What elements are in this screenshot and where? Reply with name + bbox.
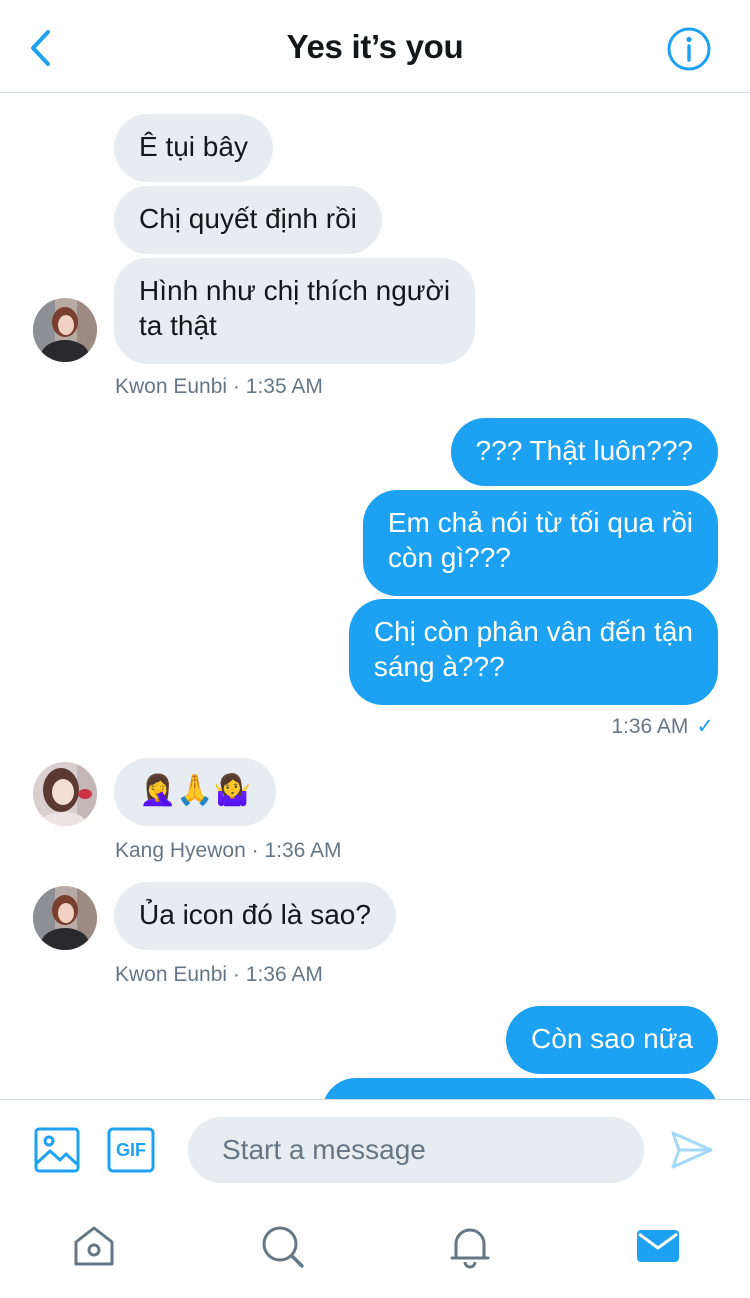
- info-button[interactable]: [666, 26, 712, 72]
- notifications-bell-icon: [450, 1228, 490, 1269]
- message-meta: Kwon Eunbi · 1:36 AM: [115, 963, 323, 987]
- message-text-line: sáng à???: [373, 651, 505, 682]
- message-bubble-incoming[interactable]: Ê tụi bây: [114, 114, 273, 182]
- image-icon: [34, 1127, 80, 1173]
- tab-home[interactable]: [70, 1222, 118, 1270]
- message-text-line: còn gì???: [387, 542, 511, 573]
- message-bubble-outgoing[interactable]: Còn sao nữa: [506, 1006, 718, 1074]
- timestamp: 1:35 AM: [245, 375, 323, 398]
- send-icon: [671, 1131, 713, 1169]
- message-text: Ê tụi bây: [139, 131, 248, 162]
- avatar-photo: [33, 298, 97, 362]
- message-text: Ủa icon đó là sao?: [139, 899, 371, 930]
- search-icon: [262, 1226, 304, 1268]
- home-icon: [74, 1226, 114, 1266]
- message-bubble-incoming[interactable]: Hình như chị thích người ta thật: [114, 258, 476, 364]
- conversation-title[interactable]: Yes it’s you: [0, 28, 750, 66]
- message-bubble-incoming[interactable]: Ủa icon đó là sao?: [114, 882, 396, 950]
- svg-text:GIF: GIF: [116, 1140, 146, 1160]
- message-text: ??? Thật luôn???: [475, 435, 693, 466]
- message-input[interactable]: [188, 1117, 644, 1183]
- sent-check-icon: ✓: [696, 715, 714, 738]
- message-bubble-incoming[interactable]: Chị quyết định rồi: [114, 186, 382, 254]
- message-text: Chị quyết định rồi: [139, 203, 357, 234]
- avatar-photo: [33, 886, 97, 950]
- message-bubble-outgoing[interactable]: ??? Thật luôn???: [450, 418, 718, 486]
- message-bubble-outgoing-partial[interactable]: [322, 1078, 718, 1099]
- sender-name: Kwon Eunbi: [115, 963, 228, 986]
- add-image-button[interactable]: [34, 1127, 80, 1178]
- info-icon: [667, 27, 711, 71]
- message-bubble-incoming[interactable]: 🤦‍♀️🙏🤷‍♀️: [114, 758, 277, 826]
- conversation-header: Yes it’s you: [0, 0, 750, 93]
- avatar-kang-hyewon[interactable]: [33, 762, 97, 826]
- tab-messages[interactable]: [634, 1222, 682, 1270]
- timestamp: 1:36 AM: [245, 963, 323, 986]
- message-text-line: Em chả nói từ tối qua rồi: [387, 507, 693, 538]
- message-meta: Kang Hyewon · 1:36 AM: [115, 839, 342, 863]
- message-bubble-outgoing[interactable]: Em chả nói từ tối qua rồi còn gì???: [362, 490, 718, 596]
- avatar-kwon-eunbi[interactable]: [33, 886, 97, 950]
- message-emoji: 🤦‍♀️🙏🤷‍♀️: [139, 774, 252, 807]
- bottom-tab-bar: [0, 1200, 750, 1298]
- message-text-line: ta thật: [139, 310, 217, 341]
- add-gif-button[interactable]: GIF: [107, 1127, 155, 1178]
- tab-search[interactable]: [258, 1222, 306, 1270]
- sender-name: Kwon Eunbi: [115, 375, 228, 398]
- separator-dot: ·: [232, 375, 240, 398]
- message-text-line: Hình như chị thích người: [139, 275, 451, 306]
- messages-envelope-icon: [637, 1230, 679, 1262]
- sender-name: Kang Hyewon: [115, 839, 246, 862]
- separator-dot: ·: [251, 839, 259, 862]
- message-text: Còn sao nữa: [531, 1023, 693, 1054]
- tab-notifications[interactable]: [446, 1222, 494, 1270]
- avatar-photo: [33, 762, 97, 826]
- separator-dot: ·: [232, 963, 240, 986]
- send-button[interactable]: [670, 1129, 714, 1176]
- timestamp: 1:36 AM: [611, 715, 689, 738]
- gif-icon: GIF: [107, 1127, 155, 1173]
- message-meta: Kwon Eunbi · 1:35 AM: [115, 375, 323, 399]
- avatar-kwon-eunbi[interactable]: [33, 298, 97, 362]
- timestamp: 1:36 AM: [264, 839, 342, 862]
- message-bubble-outgoing[interactable]: Chị còn phân vân đến tận sáng à???: [348, 599, 718, 705]
- message-meta: 1:36 AM ✓: [611, 714, 714, 739]
- message-composer: GIF: [0, 1099, 750, 1200]
- message-text-line: Chị còn phân vân đến tận: [373, 616, 693, 647]
- message-thread[interactable]: Ê tụi bây Chị quyết định rồi Hình như ch…: [0, 93, 750, 1099]
